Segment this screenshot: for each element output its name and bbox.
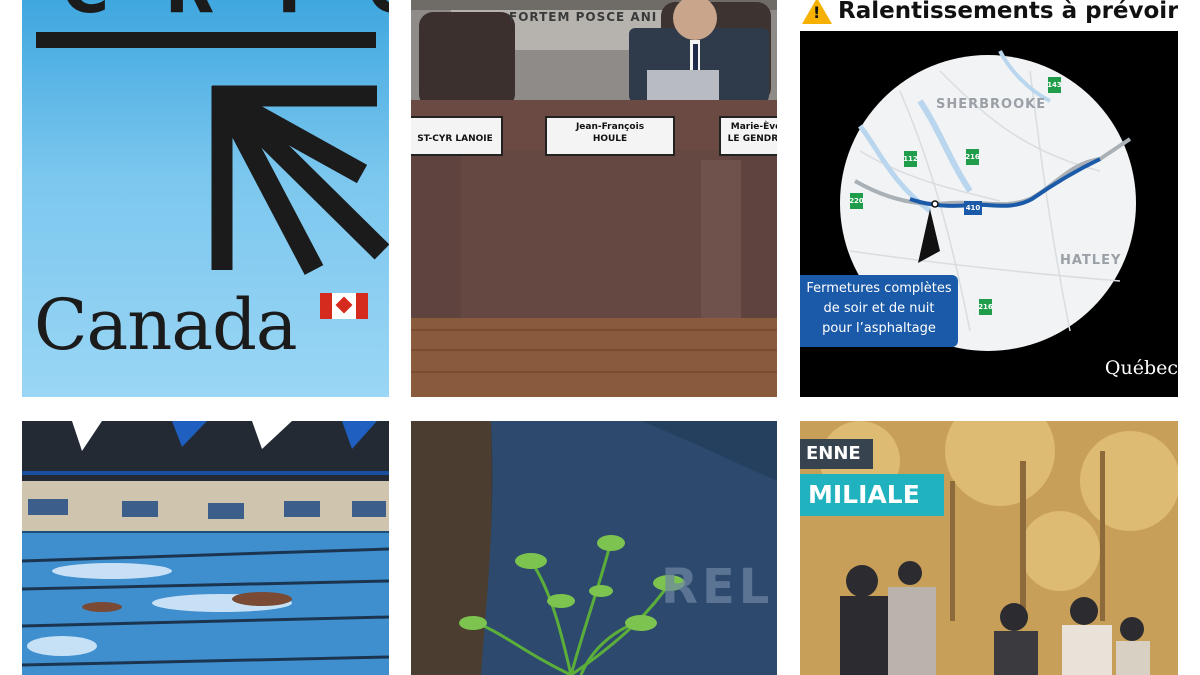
- road-slowdown-map-tile[interactable]: ! Ralentissements à prévoir SHERBROOKE H…: [800, 0, 1178, 397]
- nameplate: Marie-Ève LE GENDRE: [719, 116, 777, 156]
- shirt-print: REL: [661, 559, 774, 615]
- route-shield: 220: [849, 197, 864, 205]
- route-shield: 112: [903, 155, 918, 163]
- program-tag-main: MILIALE: [800, 474, 944, 516]
- map-city-hatley: HATLEY: [1060, 253, 1122, 268]
- callout-line: de soir et de nuit: [823, 301, 935, 316]
- nameplate-first: [411, 122, 501, 134]
- route-shield: 143: [1047, 81, 1062, 89]
- route-shield: 410: [965, 204, 981, 212]
- canada-flag-icon: [320, 293, 368, 319]
- warning-icon: !: [802, 0, 832, 24]
- nameplate-last: HOULE: [592, 134, 628, 144]
- program-tag-top: ENNE: [800, 439, 873, 469]
- family-tile[interactable]: ENNE MILIALE: [800, 421, 1178, 675]
- map-panel: SHERBROOKE HATLEY 143 112 216 220 410 21…: [800, 31, 1178, 397]
- nameplate: Jean-François HOULE: [545, 116, 675, 156]
- callout-line: Fermetures complètes: [806, 281, 952, 296]
- nameplate-first: Jean-François: [575, 122, 645, 132]
- canada-wordmark: Canada: [34, 284, 298, 366]
- closure-callout: Fermetures complètes de soir et de nuit …: [800, 275, 958, 347]
- nameplate: ST-CYR LANOIE: [411, 116, 503, 156]
- nameplate-last: ST-CYR LANOIE: [417, 134, 493, 144]
- pool-image: [22, 421, 389, 675]
- council-meeting-tile[interactable]: FORTEM POSCE ANI ST-CYR LANOIE Jean-Fran…: [411, 0, 777, 397]
- council-chamber-image: [411, 0, 777, 397]
- route-shield: 216: [978, 303, 993, 311]
- route-shield: 216: [965, 153, 980, 161]
- council-motto: FORTEM POSCE ANI: [509, 10, 658, 24]
- crtc-arrow-logo: [211, 85, 389, 275]
- plant-image: [411, 421, 777, 675]
- map-title-row: ! Ralentissements à prévoir: [800, 0, 1178, 26]
- quebec-logo: Québec: [1104, 357, 1178, 379]
- map-title: Ralentissements à prévoir: [838, 0, 1178, 24]
- callout-line: pour l’asphaltage: [822, 321, 936, 336]
- nameplate-last: LE GENDRE: [727, 134, 777, 144]
- plant-tile[interactable]: REL: [411, 421, 777, 675]
- crtc-canada-tile[interactable]: CRTC Canada: [22, 0, 389, 397]
- swimming-pool-tile[interactable]: [22, 421, 389, 675]
- nameplate-first: Marie-Ève: [730, 122, 777, 132]
- map-city-sherbrooke: SHERBROOKE: [936, 97, 1047, 112]
